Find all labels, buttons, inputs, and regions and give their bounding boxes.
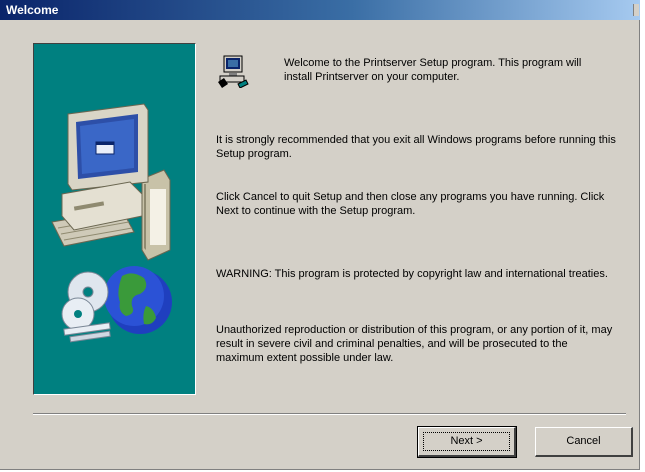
- welcome-text: Welcome to the Printserver Setup program…: [284, 57, 582, 83]
- copyright-warning-text: WARNING: This program is protected by co…: [216, 268, 608, 280]
- cancel-instructions-text: Click Cancel to quit Setup and then clos…: [216, 191, 605, 217]
- next-button[interactable]: Next >: [417, 426, 517, 458]
- setup-window: Welcome Welcome to the Printserver Setup…: [0, 0, 640, 470]
- side-graphic-panel: [33, 43, 196, 395]
- unauthorized-use-text: Unauthorized reproduction or distributio…: [216, 324, 613, 364]
- footer-separator: [33, 413, 626, 415]
- title-edge-mark: [633, 4, 639, 16]
- title-bar[interactable]: Welcome: [0, 0, 640, 20]
- globe-cd-icon: [61, 266, 172, 343]
- setup-computer-icon: [218, 55, 249, 88]
- focus-rectangle: [423, 432, 510, 451]
- window-title: Welcome: [6, 3, 59, 17]
- cancel-button-label: Cancel: [566, 435, 601, 447]
- cancel-button[interactable]: Cancel: [535, 427, 633, 457]
- computer-icon: [51, 103, 171, 261]
- recommend-text: It is strongly recommended that you exit…: [216, 134, 616, 160]
